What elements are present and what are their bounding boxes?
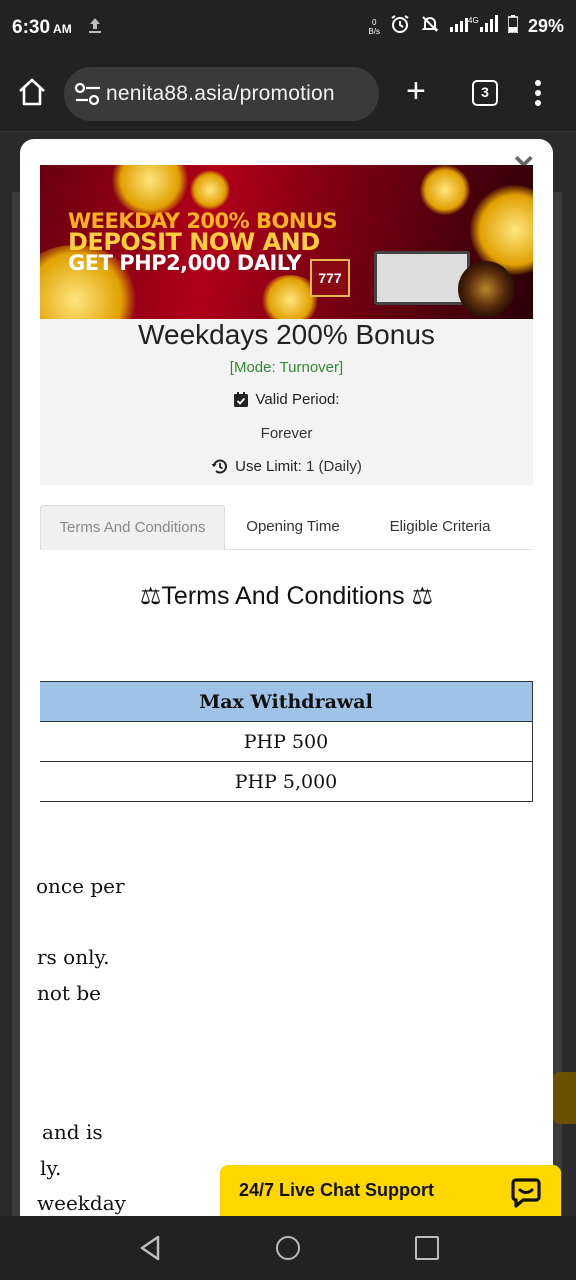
monitor-graphic: [374, 251, 470, 305]
status-bar: 6:30 AM 0 B/s 4G 29%: [0, 0, 576, 56]
promo-banner: WEEKDAY 200% BONUS DEPOSIT NOW AND GET P…: [40, 165, 533, 319]
slot-machine-graphic: 777: [310, 259, 350, 297]
balance-scale-icon: ⚖: [411, 583, 434, 610]
upload-arrow-icon: [86, 16, 104, 39]
alarm-icon: [390, 14, 410, 39]
history-icon: [211, 459, 228, 474]
promo-title: Weekdays 200% Bonus: [138, 319, 435, 350]
valid-period-label: Valid Period:: [255, 391, 340, 408]
svg-text:4G: 4G: [468, 16, 479, 25]
battery-icon: [507, 15, 519, 38]
valid-period-value: Forever: [260, 425, 313, 442]
terms-text-fragment: ly.: [40, 1156, 62, 1180]
back-icon[interactable]: [138, 1235, 162, 1261]
terms-text-fragment: weekday: [37, 1191, 126, 1215]
use-limit-label: Use Limit:: [235, 458, 302, 475]
system-nav-bar: [0, 1216, 576, 1280]
banner-line-3: GET PHP2,000 DAILY: [68, 251, 302, 275]
home-icon: [19, 78, 45, 106]
max-withdrawal-table: Max Withdrawal PHP 500 PHP 5,000: [40, 681, 533, 802]
balance-scale-icon: ⚖: [139, 583, 162, 610]
notifications-off-icon: [420, 14, 440, 39]
promo-info-card: Weekdays 200% Bonus [Mode: Turnover] Val…: [40, 319, 533, 485]
browser-toolbar: nenita88.asia/promotion + 3: [0, 56, 576, 132]
tab-opening-time[interactable]: Opening Time: [233, 505, 353, 550]
battery-percent: 29%: [527, 16, 564, 36]
terms-heading: ⚖Terms And Conditions ⚖: [139, 582, 434, 610]
table-row: PHP 5,000: [40, 761, 533, 802]
browser-menu-icon[interactable]: [530, 80, 546, 108]
tab-eligible-criteria[interactable]: Eligible Criteria: [370, 505, 510, 550]
use-limit-row: Use Limit: 1 (Daily): [40, 458, 533, 475]
site-settings-icon[interactable]: [74, 81, 102, 107]
tab-terms-and-conditions[interactable]: Terms And Conditions: [40, 505, 225, 550]
promotion-modal: ✕ WEEKDAY 200% BONUS DEPOSIT NOW AND GET…: [20, 139, 553, 1216]
chat-bubble-icon: [511, 1178, 541, 1208]
status-icons: 0 B/s 4G 29%: [368, 14, 564, 39]
tab-switcher-button[interactable]: 3: [472, 80, 498, 106]
calendar-check-icon: [233, 392, 248, 407]
table-header: Max Withdrawal: [40, 681, 533, 722]
new-tab-button[interactable]: +: [406, 74, 426, 108]
signal-icon: 4G: [449, 15, 498, 38]
side-floating-tab[interactable]: [553, 1072, 576, 1124]
terms-text-fragment: not be: [37, 981, 101, 1005]
status-time: 6:30 AM: [12, 17, 72, 38]
promo-mode: [Mode: Turnover]: [229, 359, 344, 376]
address-bar[interactable]: nenita88.asia/promotion: [64, 67, 379, 121]
promo-tabs: Terms And Conditions Opening Time Eligib…: [40, 505, 533, 550]
home-button[interactable]: [16, 76, 48, 108]
url-text[interactable]: nenita88.asia/promotion: [106, 82, 335, 106]
live-chat-label: 24/7 Live Chat Support: [239, 1180, 435, 1200]
live-chat-button[interactable]: 24/7 Live Chat Support: [220, 1165, 561, 1216]
recent-apps-icon[interactable]: [415, 1236, 439, 1260]
terms-text-fragment: rs only.: [37, 945, 110, 969]
terms-text-fragment: once per: [36, 874, 125, 898]
home-circle-icon[interactable]: [276, 1236, 300, 1260]
roulette-wheel-graphic: [458, 261, 514, 317]
table-row: PHP 500: [40, 721, 533, 762]
terms-text-fragment: and is: [42, 1120, 103, 1144]
valid-period-row: Valid Period:: [40, 391, 533, 408]
use-limit-value: 1 (Daily): [306, 458, 362, 475]
net-speed: 0 B/s: [368, 17, 380, 36]
